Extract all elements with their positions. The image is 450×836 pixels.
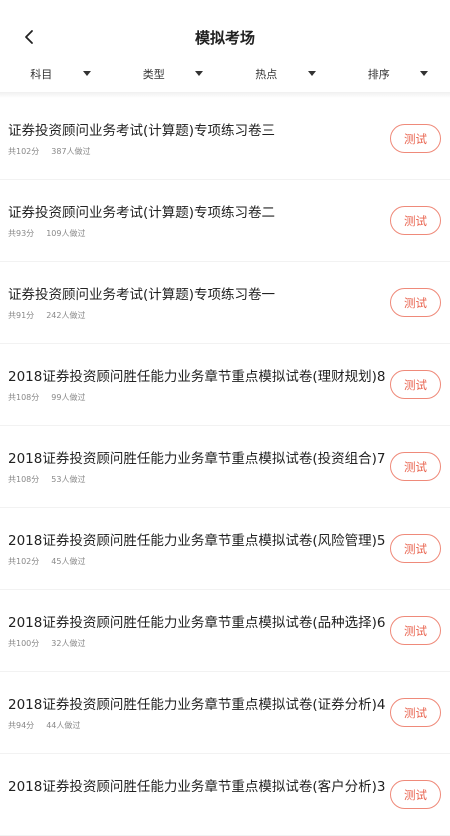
caret-down-icon [195,71,203,76]
filter-type[interactable]: 类型 [113,62,226,86]
exam-title: 证券投资顾问业务考试(计算题)专项练习卷二 [8,201,355,221]
test-button[interactable]: 测试 [390,698,441,727]
exam-title: 2018证券投资顾问胜任能力业务章节重点模拟试卷(品种选择)6 [8,611,355,631]
filter-label: 热点 [255,66,277,82]
exam-taken-count: 242人做过 [46,311,85,320]
exam-meta: 共94分 44人做过 [8,720,80,731]
caret-down-icon [420,71,428,76]
exam-total-score: 共108分 [8,475,39,484]
test-button[interactable]: 测试 [390,206,441,235]
filter-hot[interactable]: 热点 [225,62,338,86]
list-item[interactable]: 2018证券投资顾问胜任能力业务章节重点模拟试卷(风险管理)5 共102分 45人… [0,508,450,590]
exam-list: 证券投资顾问业务考试(计算题)专项练习卷三 共102分 387人做过 测试 证券投… [0,98,450,836]
test-button[interactable]: 测试 [390,288,441,317]
exam-title: 2018证券投资顾问胜任能力业务章节重点模拟试卷(客户分析)3 [8,775,355,795]
exam-meta: 共108分 99人做过 [8,392,85,403]
exam-total-score: 共102分 [8,557,39,566]
exam-total-score: 共93分 [8,229,34,238]
list-item[interactable]: 2018证券投资顾问胜任能力业务章节重点模拟试卷(理财规划)8 共108分 99人… [0,344,450,426]
exam-total-score: 共108分 [8,393,39,402]
exam-taken-count: 387人做过 [51,147,90,156]
filter-sort[interactable]: 排序 [338,62,450,86]
app-header: 模拟考场 [0,0,450,56]
exam-meta: 共93分 109人做过 [8,228,85,239]
list-item[interactable]: 2018证券投资顾问胜任能力业务章节重点模拟试卷(客户分析)3 测试 [0,754,450,836]
list-item[interactable]: 2018证券投资顾问胜任能力业务章节重点模拟试卷(投资组合)7 共108分 53人… [0,426,450,508]
test-button[interactable]: 测试 [390,780,441,809]
exam-title: 证券投资顾问业务考试(计算题)专项练习卷一 [8,283,355,303]
exam-taken-count: 45人做过 [51,557,85,566]
exam-taken-count: 53人做过 [51,475,85,484]
test-button[interactable]: 测试 [390,370,441,399]
test-button[interactable]: 测试 [390,616,441,645]
exam-title: 2018证券投资顾问胜任能力业务章节重点模拟试卷(风险管理)5 [8,529,355,549]
exam-title: 2018证券投资顾问胜任能力业务章节重点模拟试卷(投资组合)7 [8,447,355,467]
caret-down-icon [83,71,91,76]
exam-total-score: 共91分 [8,311,34,320]
exam-title: 2018证券投资顾问胜任能力业务章节重点模拟试卷(证券分析)4 [8,693,355,713]
list-item[interactable]: 证券投资顾问业务考试(计算题)专项练习卷一 共91分 242人做过 测试 [0,262,450,344]
exam-total-score: 共100分 [8,639,39,648]
exam-taken-count: 109人做过 [46,229,85,238]
exam-total-score: 共94分 [8,721,34,730]
exam-meta: 共102分 45人做过 [8,556,85,567]
exam-meta: 共91分 242人做过 [8,310,85,321]
test-button[interactable]: 测试 [390,452,441,481]
test-button[interactable]: 测试 [390,534,441,563]
test-button[interactable]: 测试 [390,124,441,153]
exam-title: 2018证券投资顾问胜任能力业务章节重点模拟试卷(理财规划)8 [8,365,355,385]
exam-meta: 共102分 387人做过 [8,146,91,157]
filter-bar: 科目 类型 热点 排序 [0,62,450,86]
list-item[interactable]: 证券投资顾问业务考试(计算题)专项练习卷三 共102分 387人做过 测试 [0,98,450,180]
exam-meta [8,802,20,811]
filter-subject[interactable]: 科目 [0,62,113,86]
list-item[interactable]: 证券投资顾问业务考试(计算题)专项练习卷二 共93分 109人做过 测试 [0,180,450,262]
filter-label: 科目 [30,66,52,82]
exam-title: 证券投资顾问业务考试(计算题)专项练习卷三 [8,119,355,139]
list-item[interactable]: 2018证券投资顾问胜任能力业务章节重点模拟试卷(品种选择)6 共100分 32人… [0,590,450,672]
exam-taken-count: 99人做过 [51,393,85,402]
caret-down-icon [308,71,316,76]
exam-meta: 共100分 32人做过 [8,638,85,649]
exam-taken-count: 44人做过 [46,721,80,730]
page-title: 模拟考场 [0,27,450,48]
exam-meta: 共108分 53人做过 [8,474,85,485]
exam-taken-count: 32人做过 [51,639,85,648]
exam-total-score: 共102分 [8,147,39,156]
filter-label: 类型 [143,66,165,82]
list-item[interactable]: 2018证券投资顾问胜任能力业务章节重点模拟试卷(证券分析)4 共94分 44人做… [0,672,450,754]
filter-label: 排序 [368,66,390,82]
